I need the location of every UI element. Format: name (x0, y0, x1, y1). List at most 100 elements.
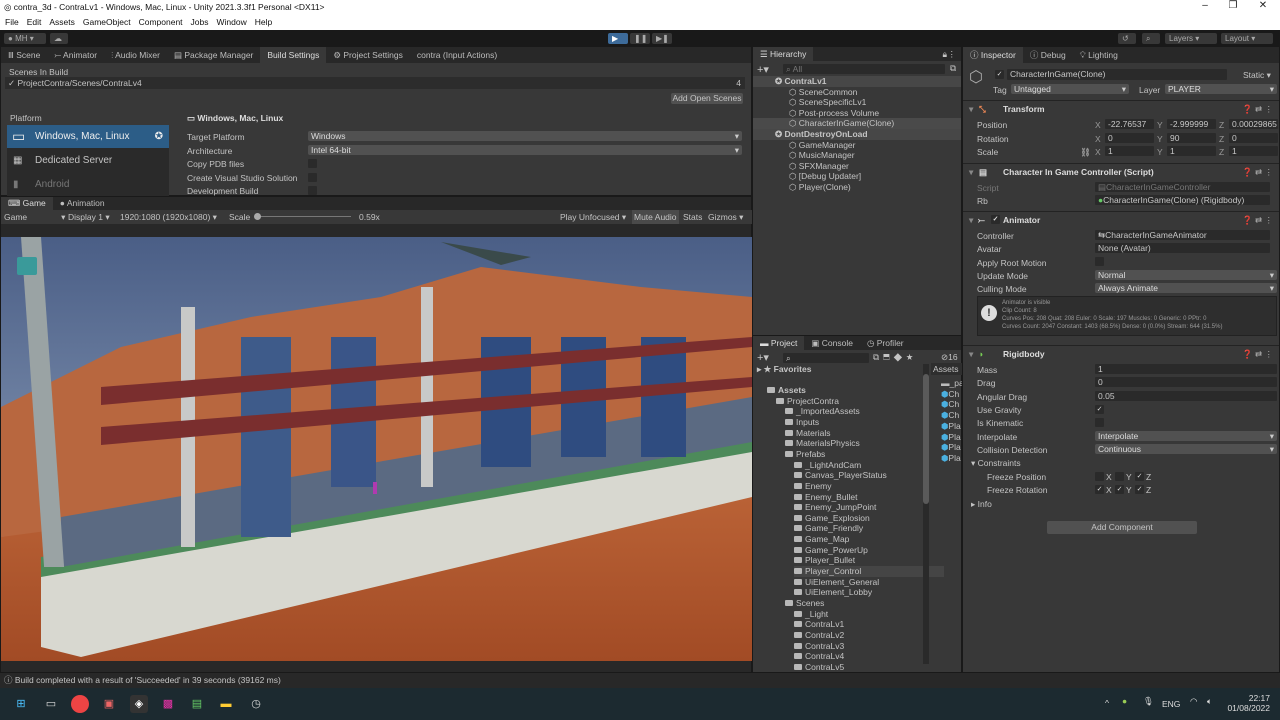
tab-animator[interactable]: ⤚ Animator (47, 47, 104, 63)
wifi-icon[interactable]: ◠ (1190, 696, 1197, 707)
project-scrollbar[interactable] (923, 364, 929, 664)
layers-dropdown[interactable]: Layers ▾ (1165, 33, 1217, 44)
cloud-icon[interactable]: ☁ (50, 33, 68, 44)
drag-field[interactable]: 0 (1095, 377, 1277, 387)
script-header[interactable]: ▾ ▤ Character In Game Controller (Script) ❓… (963, 163, 1279, 179)
component-menu-icons[interactable]: ❓ ⇄ ⋮ (1242, 346, 1273, 362)
game-mode-dropdown[interactable]: Game ▾ (4, 210, 65, 224)
hierarchy-search[interactable]: ⌕ All (783, 64, 945, 74)
tab-console[interactable]: ▣ Console (804, 336, 860, 350)
project-folder[interactable]: ContraLv5 (794, 662, 844, 673)
project-folder[interactable]: Enemy_Bullet (794, 492, 857, 503)
transform-header[interactable]: ▾ ⤡ Transform ❓ ⇄ ⋮ (963, 100, 1279, 116)
project-folder[interactable]: Player_Bullet (794, 555, 855, 566)
freeze-checkbox[interactable]: ✓ (1135, 485, 1144, 494)
minimize-button[interactable]: – (1190, 0, 1220, 15)
project-folder[interactable]: _Light (794, 609, 828, 620)
project-folder[interactable]: MaterialsPhysics (785, 438, 860, 449)
add-component-button[interactable]: Add Component (1047, 521, 1197, 534)
use-gravity-checkbox[interactable]: ✓ (1095, 405, 1104, 414)
more-icon[interactable]: ⋮ (948, 49, 957, 60)
project-folder[interactable]: Game_Explosion (794, 513, 870, 524)
mass-field[interactable]: 1 (1095, 364, 1277, 374)
component-menu-icons[interactable]: ❓ ⇄ ⋮ (1242, 212, 1273, 228)
step-button[interactable]: ▶❚ (652, 33, 672, 44)
scale-slider[interactable] (256, 216, 351, 217)
project-folder[interactable]: ContraLv2 (794, 630, 844, 641)
freeze-checkbox[interactable]: ✓ (1095, 485, 1104, 494)
project-folder[interactable]: Prefabs (785, 449, 825, 460)
play-unfocused-dropdown[interactable]: Play Unfocused ▾ (560, 210, 626, 224)
gizmos-dropdown[interactable]: Gizmos ▾ (708, 210, 743, 224)
rigidbody-header[interactable]: ▾ ◑ Rigidbody ❓ ⇄ ⋮ (963, 345, 1279, 361)
menu-component[interactable]: Component (139, 17, 183, 28)
menu-window[interactable]: Window (217, 17, 247, 28)
unity-taskbar-icon[interactable]: ◈ (130, 695, 148, 713)
transform-z-field[interactable]: 0 (1229, 132, 1278, 143)
create-button[interactable]: +▾ (757, 63, 769, 76)
transform-z-field[interactable]: 0.00029865 (1229, 119, 1278, 129)
project-folder[interactable]: Assets (767, 385, 806, 396)
project-folder[interactable]: Game_Map (794, 534, 849, 545)
culling-mode-dropdown[interactable]: Always Animate (1095, 283, 1277, 293)
tray-chevron-icon[interactable]: ^ (1105, 698, 1109, 708)
transform-x-field[interactable]: -22.76537 (1105, 119, 1154, 129)
copy-pdb-checkbox[interactable] (308, 159, 317, 168)
component-menu-icons[interactable]: ❓ ⇄ ⋮ (1242, 164, 1273, 180)
scene-list-item[interactable]: ✓ ProjectContra/Scenes/ContraLv4 4 (5, 77, 745, 89)
project-folder[interactable]: Player_Control (794, 566, 944, 577)
animator-header[interactable]: ▾ ⤚ ✓ Animator ❓ ⇄ ⋮ (963, 211, 1279, 227)
menu-jobs[interactable]: Jobs (191, 17, 209, 28)
dev-build-checkbox[interactable] (308, 186, 317, 195)
hierarchy-item[interactable]: ⬡ SFXManager (753, 161, 961, 172)
task-view-icon[interactable]: ▭ (42, 695, 60, 713)
project-folder[interactable]: _ImportedAssets (785, 406, 860, 417)
pause-button[interactable]: ❚❚ (630, 33, 650, 44)
menu-help[interactable]: Help (255, 17, 272, 28)
asset-item[interactable]: ⬢Pla (941, 421, 961, 432)
collision-detection-dropdown[interactable]: Continuous (1095, 444, 1277, 454)
tab-build-settings[interactable]: Build Settings (260, 47, 327, 63)
add-open-scenes-button[interactable]: Add Open Scenes (671, 93, 743, 104)
maximize-button[interactable]: ❐ (1218, 0, 1248, 15)
project-folder[interactable]: Enemy_JumpPoint (794, 502, 876, 513)
hierarchy-item[interactable]: ⬡ [Debug Updater] (753, 171, 961, 182)
info-foldout[interactable]: ▸ Info (971, 499, 992, 510)
transform-y-field[interactable]: 1 (1167, 146, 1216, 156)
avatar-field[interactable]: None (Avatar) (1095, 243, 1270, 253)
tag-dropdown[interactable]: Untagged (1011, 84, 1129, 94)
asset-item[interactable]: ▬_pa (941, 378, 964, 389)
hierarchy-scene[interactable]: ✪ ContraLv1 (753, 76, 961, 87)
hidden-count[interactable]: ⊘16 (941, 352, 958, 363)
windows-start-icon[interactable]: ⊞ (12, 695, 30, 713)
asset-item[interactable]: ⬢Ch (941, 389, 959, 400)
project-folder[interactable]: Materials (785, 428, 830, 439)
static-toggle[interactable]: Static ▾ (1243, 70, 1271, 81)
create-vs-checkbox[interactable] (308, 173, 317, 182)
microphone-icon[interactable]: 🎙︎ (1143, 696, 1154, 707)
update-mode-dropdown[interactable]: Normal (1095, 270, 1277, 280)
component-menu-icons[interactable]: ❓ ⇄ ⋮ (1242, 101, 1273, 117)
filter-icons[interactable]: ⧉⬒◆★ (873, 352, 917, 363)
play-button[interactable]: ▶ (608, 33, 628, 44)
history-icon[interactable]: ↺ (1118, 33, 1136, 44)
tab-project-settings[interactable]: ⚙ Project Settings (326, 47, 410, 63)
asset-item[interactable]: ⬢Pla (941, 453, 961, 464)
freeze-checkbox[interactable]: ✓ (1115, 485, 1124, 494)
close-button[interactable]: ✕ (1248, 0, 1278, 15)
transform-x-field[interactable]: 0 (1105, 132, 1154, 143)
tab-animation[interactable]: ● Animation (53, 197, 112, 210)
architecture-dropdown[interactable]: Intel 64-bit (308, 145, 742, 155)
hierarchy-scene[interactable]: ✪ DontDestroyOnLoad (753, 129, 961, 140)
project-folder[interactable]: Scenes (785, 598, 824, 609)
app-icon[interactable]: ▣ (100, 695, 118, 713)
scene-visibility-icon[interactable]: ⧉ (950, 63, 956, 74)
project-folder[interactable]: ContraLv4 (794, 651, 844, 662)
game-viewport[interactable] (1, 237, 752, 661)
animator-enabled-checkbox[interactable]: ✓ (991, 215, 1000, 224)
hierarchy-item[interactable]: ⬡ Post-process Volume (753, 108, 961, 119)
favorites-item[interactable]: ▸ ★ Favorites (757, 364, 811, 375)
is-kinematic-checkbox[interactable] (1095, 418, 1104, 427)
hierarchy-item[interactable]: ⬡ CharacterInGame(Clone) (753, 118, 961, 129)
volume-icon[interactable]: 🔈︎ (1207, 696, 1212, 707)
